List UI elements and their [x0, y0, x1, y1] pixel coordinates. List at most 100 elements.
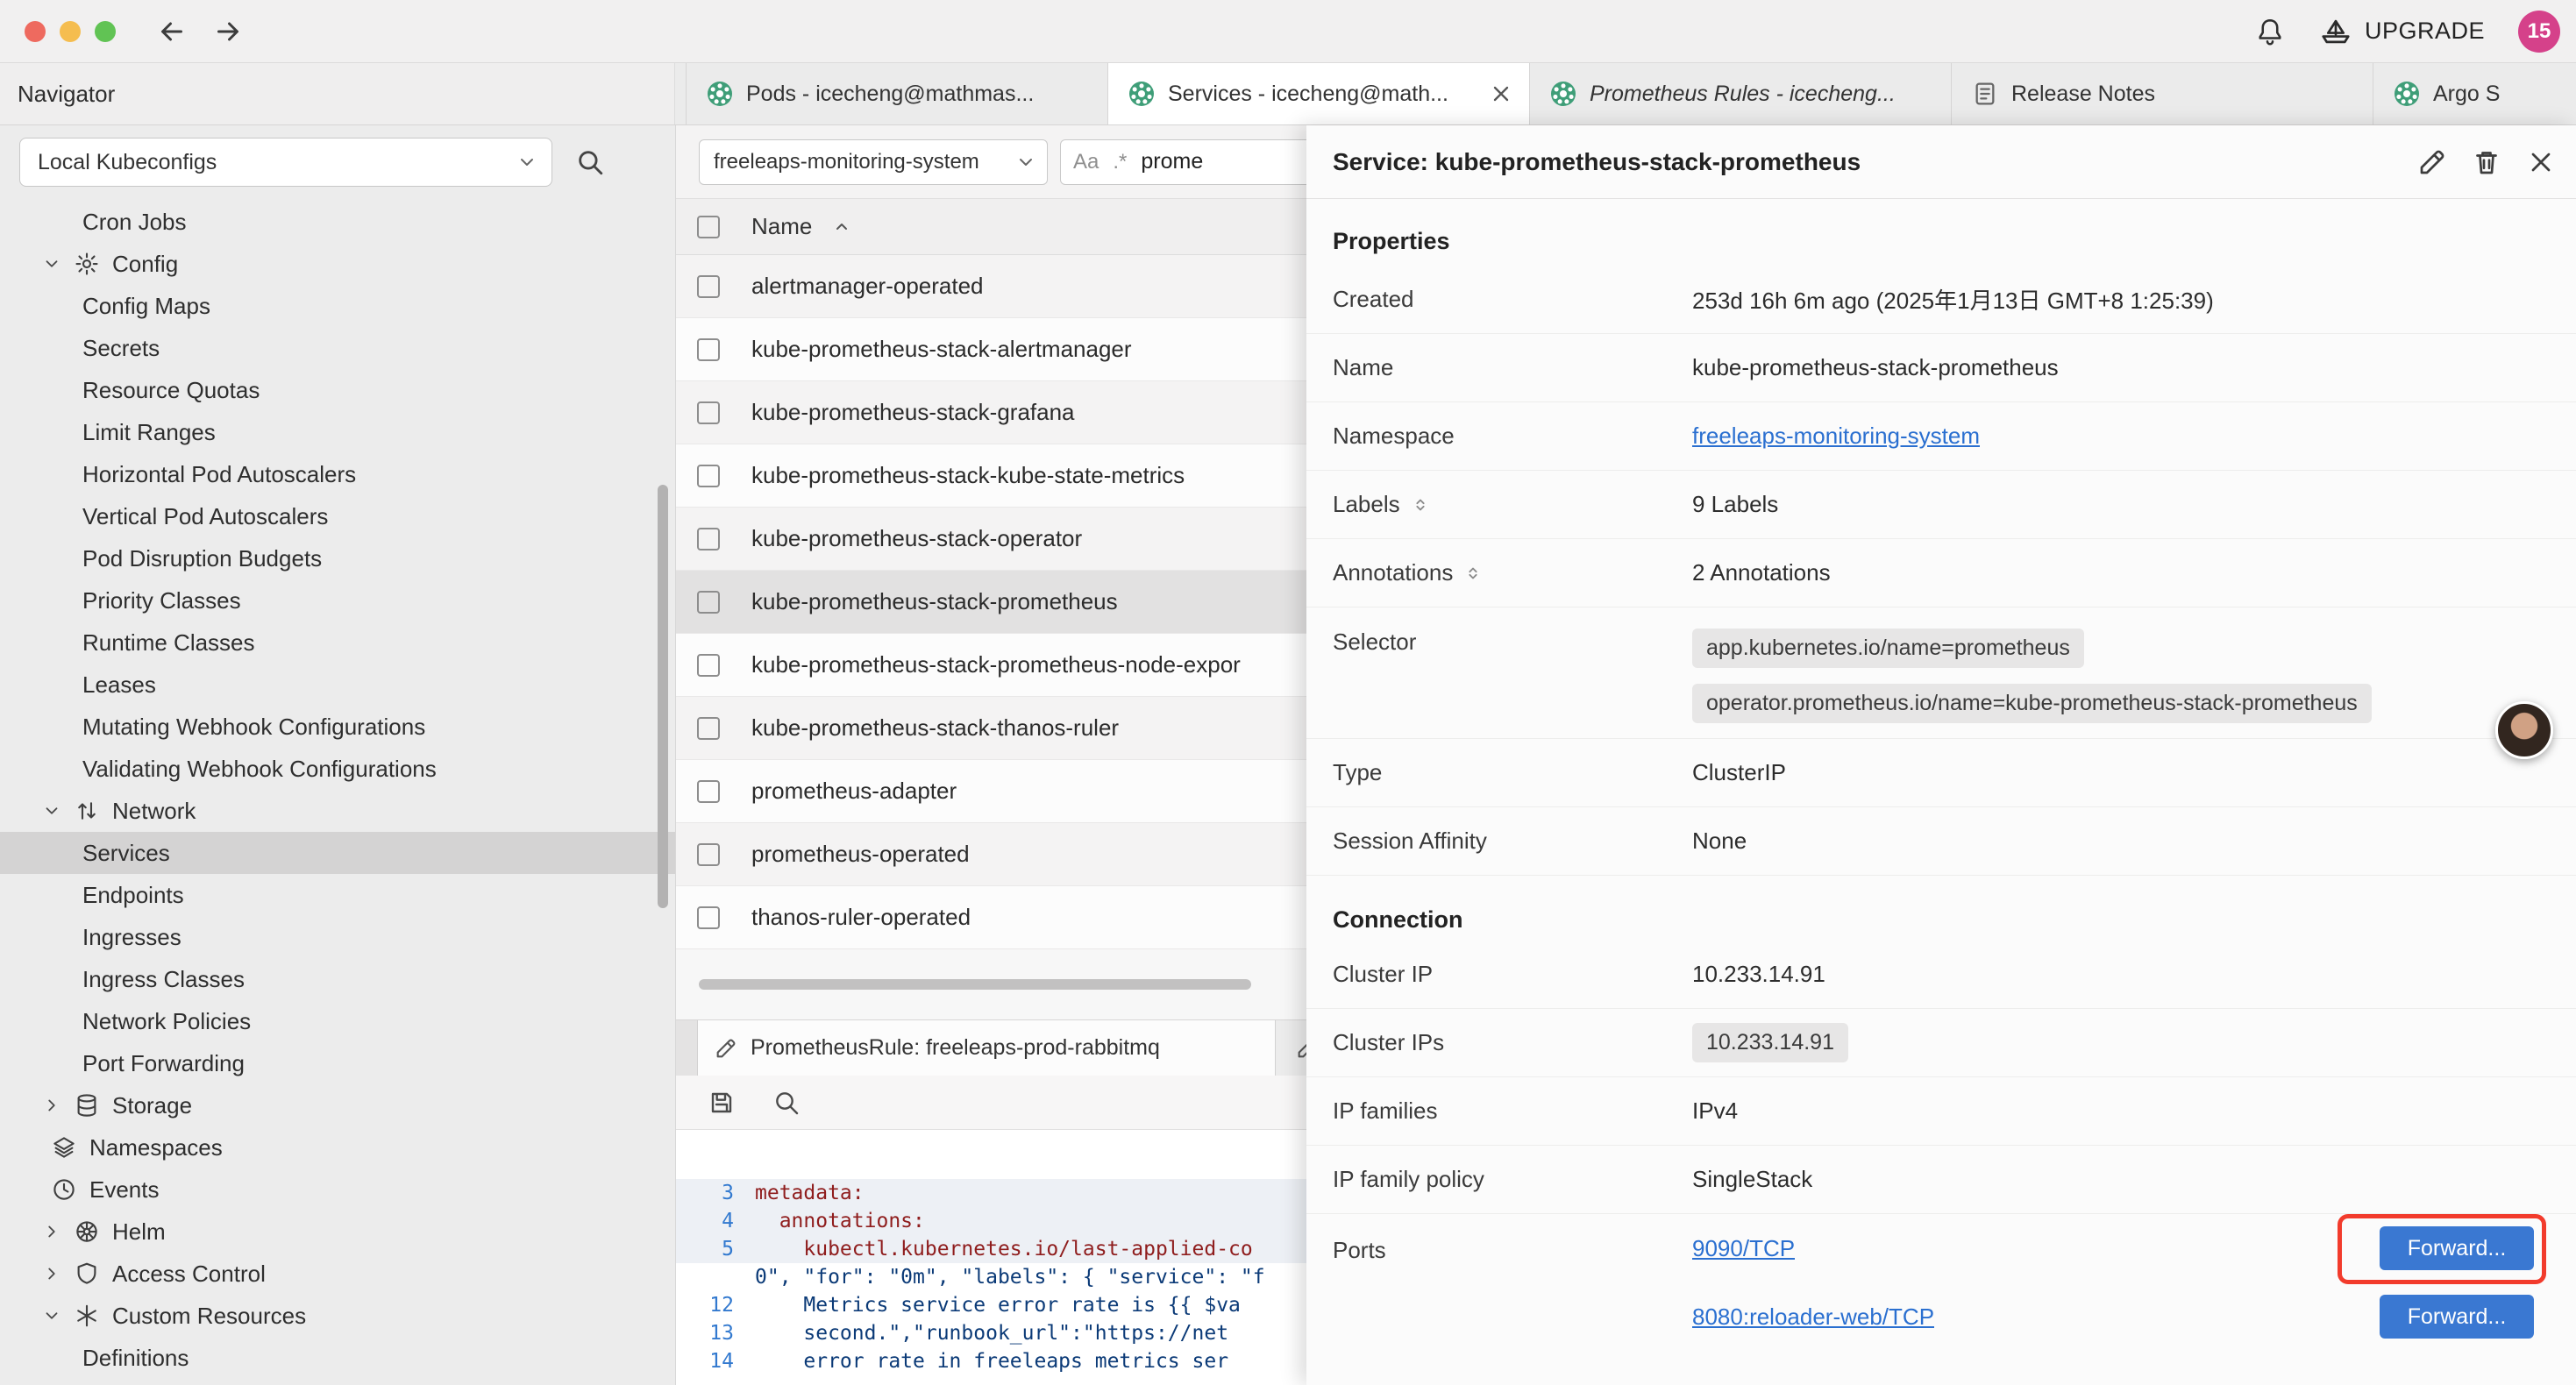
forward-button[interactable]: [212, 16, 244, 47]
sidebar-item-helm[interactable]: Helm: [0, 1211, 675, 1253]
table-row[interactable]: kube-prometheus-stack-grafana: [676, 381, 1306, 444]
editor-tab-prometheusrule[interactable]: PrometheusRule: freeleaps-prod-rabbitmq: [697, 1020, 1276, 1076]
sort-ascending-icon[interactable]: [831, 217, 852, 238]
tab-pods[interactable]: Pods - icecheng@mathmas...: [687, 63, 1108, 124]
network-updown-icon: [74, 798, 100, 824]
sidebar-item-events[interactable]: Events: [0, 1168, 675, 1211]
row-checkbox[interactable]: [697, 338, 720, 361]
sidebar-item-definitions[interactable]: Definitions: [0, 1337, 675, 1379]
table-row[interactable]: kube-prometheus-stack-kube-state-metrics: [676, 444, 1306, 508]
table-row[interactable]: prometheus-adapter: [676, 760, 1306, 823]
sidebar-item-priority-classes[interactable]: Priority Classes: [0, 579, 675, 621]
tab-argo[interactable]: Argo S: [2373, 63, 2576, 124]
app-window: UPGRADE 15 Navigator Pods - icecheng@mat…: [0, 0, 2576, 1385]
custom-resources-icon: [74, 1303, 100, 1329]
forward-port-button[interactable]: Forward...: [2380, 1295, 2534, 1339]
sidebar-item-network-policies[interactable]: Network Policies: [0, 1000, 675, 1042]
row-checkbox[interactable]: [697, 528, 720, 550]
notification-count-badge[interactable]: 15: [2518, 11, 2560, 53]
sidebar-item-config[interactable]: Config: [0, 243, 675, 285]
sidebar-item-ingresses[interactable]: Ingresses: [0, 916, 675, 958]
editor-tab-next-partial[interactable]: [1276, 1020, 1306, 1076]
user-avatar[interactable]: [2495, 701, 2553, 759]
yaml-editor[interactable]: 3metadata: 4 annotations: 5 kubectl.kube…: [676, 1130, 1306, 1385]
table-row-selected[interactable]: kube-prometheus-stack-prometheus: [676, 571, 1306, 634]
search-icon[interactable]: [772, 1089, 801, 1117]
zoom-window-button[interactable]: [95, 21, 116, 42]
namespace-link[interactable]: freeleaps-monitoring-system: [1692, 423, 1980, 450]
sidebar-item-endpoints[interactable]: Endpoints: [0, 874, 675, 916]
row-checkbox[interactable]: [697, 591, 720, 614]
back-button[interactable]: [156, 16, 188, 47]
row-checkbox[interactable]: [697, 401, 720, 424]
sidebar-item-validating-webhook-configurations[interactable]: Validating Webhook Configurations: [0, 748, 675, 790]
row-checkbox[interactable]: [697, 465, 720, 487]
kubernetes-icon: [1128, 80, 1156, 108]
sidebar-item-network[interactable]: Network: [0, 790, 675, 832]
sidebar-item-horizontal-pod-autoscalers[interactable]: Horizontal Pod Autoscalers: [0, 453, 675, 495]
minimize-window-button[interactable]: [60, 21, 81, 42]
sidebar-item-resource-quotas[interactable]: Resource Quotas: [0, 369, 675, 411]
sidebar-item-cron-jobs[interactable]: Cron Jobs: [0, 201, 675, 243]
row-checkbox[interactable]: [697, 275, 720, 298]
sidebar-item-vertical-pod-autoscalers[interactable]: Vertical Pod Autoscalers: [0, 495, 675, 537]
port-link-8080[interactable]: 8080:reloader-web/TCP: [1692, 1303, 1934, 1331]
sidebar-item-ingress-classes[interactable]: Ingress Classes: [0, 958, 675, 1000]
search-icon[interactable]: [575, 147, 605, 177]
row-checkbox[interactable]: [697, 654, 720, 677]
row-checkbox[interactable]: [697, 780, 720, 803]
sidebar-item-secrets[interactable]: Secrets: [0, 327, 675, 369]
tab-services[interactable]: Services - icecheng@math...: [1108, 63, 1530, 124]
sidebar-item-pod-disruption-budgets[interactable]: Pod Disruption Budgets: [0, 537, 675, 579]
save-icon[interactable]: [708, 1089, 736, 1117]
sidebar-item-port-forwarding[interactable]: Port Forwarding: [0, 1042, 675, 1084]
table-row[interactable]: kube-prometheus-stack-alertmanager: [676, 318, 1306, 381]
port-link-9090[interactable]: 9090/TCP: [1692, 1235, 1795, 1262]
sidebar-item-config-maps[interactable]: Config Maps: [0, 285, 675, 327]
select-all-checkbox[interactable]: [697, 216, 720, 238]
row-checkbox[interactable]: [697, 843, 720, 866]
sidebar-item-leases[interactable]: Leases: [0, 664, 675, 706]
forward-port-button[interactable]: Forward...: [2380, 1226, 2534, 1270]
sidebar-item-services[interactable]: Services: [0, 832, 675, 874]
table-row[interactable]: prometheus-operated: [676, 823, 1306, 886]
close-tab-icon[interactable]: [1489, 82, 1513, 106]
horizontal-scrollbar-thumb[interactable]: [699, 979, 1251, 990]
row-checkbox[interactable]: [697, 717, 720, 740]
table-row[interactable]: thanos-ruler-operated: [676, 886, 1306, 949]
regex-toggle[interactable]: .*: [1113, 150, 1127, 174]
close-drawer-icon[interactable]: [2525, 146, 2557, 178]
search-input[interactable]: [1141, 149, 1290, 174]
code-line: 5 kubectl.kubernetes.io/last-applied-co: [676, 1235, 1306, 1263]
sidebar-item-custom-resources[interactable]: Custom Resources: [0, 1295, 675, 1337]
notifications-bell-icon[interactable]: [2254, 16, 2286, 47]
tab-prometheus-rules[interactable]: Prometheus Rules - icecheng...: [1530, 63, 1952, 124]
delete-trash-icon[interactable]: [2471, 146, 2502, 178]
expand-collapse-icon[interactable]: [1411, 495, 1430, 515]
sidebar-item-namespaces[interactable]: Namespaces: [0, 1126, 675, 1168]
expand-collapse-icon[interactable]: [1463, 564, 1483, 583]
upgrade-button[interactable]: UPGRADE: [2319, 15, 2485, 48]
property-row-selector: Selector app.kubernetes.io/name=promethe…: [1306, 607, 2576, 739]
kubeconfig-selector[interactable]: Local Kubeconfigs: [19, 138, 552, 187]
sidebar-item-limit-ranges[interactable]: Limit Ranges: [0, 411, 675, 453]
table-row[interactable]: kube-prometheus-stack-prometheus-node-ex…: [676, 634, 1306, 697]
close-window-button[interactable]: [25, 21, 46, 42]
edit-pencil-icon[interactable]: [2416, 146, 2448, 178]
connection-row-ports: Ports 9090/TCP Forward... 8080:reloader-…: [1306, 1214, 2576, 1351]
table-row[interactable]: kube-prometheus-stack-thanos-ruler: [676, 697, 1306, 760]
match-case-toggle[interactable]: Aa: [1073, 150, 1099, 174]
table-row[interactable]: kube-prometheus-stack-operator: [676, 508, 1306, 571]
sidebar-item-runtime-classes[interactable]: Runtime Classes: [0, 621, 675, 664]
sidebar-item-access-control[interactable]: Access Control: [0, 1253, 675, 1295]
property-row-annotations: Annotations 2 Annotations: [1306, 539, 2576, 607]
tab-release-notes[interactable]: Release Notes: [1952, 63, 2373, 124]
table-search-box[interactable]: Aa .*: [1060, 139, 1306, 185]
table-row[interactable]: alertmanager-operated: [676, 255, 1306, 318]
name-column-header[interactable]: Name: [751, 213, 812, 240]
sidebar-scrollbar[interactable]: [658, 485, 668, 908]
namespace-filter-select[interactable]: freeleaps-monitoring-system: [699, 139, 1048, 185]
row-checkbox[interactable]: [697, 906, 720, 929]
sidebar-item-storage[interactable]: Storage: [0, 1084, 675, 1126]
sidebar-item-mutating-webhook-configurations[interactable]: Mutating Webhook Configurations: [0, 706, 675, 748]
